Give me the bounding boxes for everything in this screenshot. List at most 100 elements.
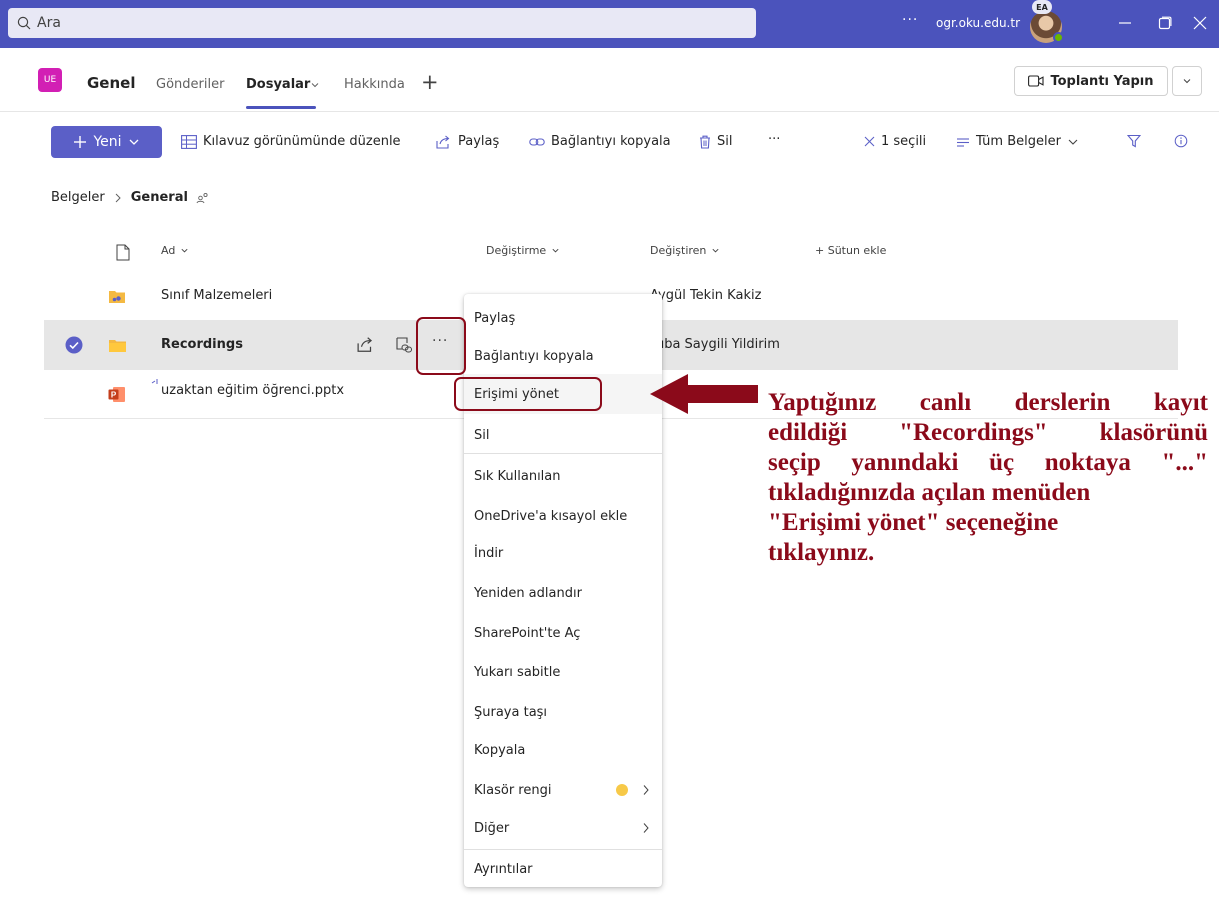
- more-options-button[interactable]: ···: [902, 12, 918, 28]
- highlight-more-button: [416, 317, 466, 375]
- minimize-icon: [1119, 22, 1131, 24]
- svg-text:P: P: [111, 391, 117, 400]
- info-button[interactable]: [1174, 134, 1188, 148]
- menu-separator: [464, 453, 662, 454]
- plus-icon: [74, 136, 87, 148]
- menu-item-delete[interactable]: Sil: [464, 415, 662, 455]
- add-tab-button[interactable]: +: [421, 70, 439, 94]
- grid-view-icon: [181, 134, 197, 149]
- column-modified-header[interactable]: Değiştirme: [486, 244, 560, 257]
- shared-folder-icon: [109, 291, 125, 303]
- channel-name: Genel: [87, 74, 136, 92]
- menu-item-rename[interactable]: Yeniden adlandır: [464, 573, 662, 613]
- checkmark-icon[interactable]: [65, 336, 83, 354]
- menu-item-more[interactable]: Diğer: [464, 808, 662, 848]
- meet-options-button[interactable]: [1172, 66, 1202, 96]
- menu-item-folder-color-label: Klasör rengi: [474, 782, 552, 798]
- search-icon: [17, 16, 31, 30]
- file-name[interactable]: uzaktan eğitim öğrenci.pptx: [161, 383, 344, 398]
- copy-link-label: Bağlantıyı kopyala: [551, 134, 671, 149]
- menu-item-more-label: Diğer: [474, 820, 510, 836]
- active-tab-indicator: [246, 106, 316, 109]
- copy-link-button[interactable]: Bağlantıyı kopyala: [529, 134, 671, 149]
- file-name[interactable]: Recordings: [161, 337, 243, 352]
- file-type-icon[interactable]: [116, 244, 130, 261]
- file-modified-by: Aygül Tekin Kakiz: [650, 288, 762, 303]
- column-modified-by-header[interactable]: Değiştiren: [650, 244, 720, 257]
- share-label: Paylaş: [458, 134, 500, 149]
- presence-available-icon: [1053, 32, 1064, 43]
- menu-item-add-onedrive-shortcut[interactable]: OneDrive'a kısayol ekle: [464, 496, 662, 536]
- delete-button[interactable]: Sil: [699, 134, 732, 149]
- channel-header: UE Genel Gönderiler Dosyalar Hakkında + …: [0, 48, 1219, 112]
- chevron-down-icon[interactable]: [310, 80, 320, 90]
- pointer-arrow-icon: [650, 374, 758, 414]
- chevron-right-icon: [643, 785, 649, 795]
- copy-link-icon[interactable]: [396, 335, 412, 353]
- org-label[interactable]: ogr.oku.edu.tr: [936, 16, 1020, 30]
- chevron-down-icon: [181, 248, 188, 253]
- menu-item-details[interactable]: Ayrıntılar: [464, 849, 662, 889]
- trash-icon: [700, 135, 710, 149]
- view-list-icon: [957, 137, 969, 147]
- annotation-line: seçip yanındaki üç noktaya "...": [768, 449, 1208, 476]
- new-button[interactable]: Yeni: [51, 126, 162, 158]
- team-avatar[interactable]: UE: [38, 68, 62, 92]
- clear-selection-button[interactable]: 1 seçili: [864, 134, 926, 149]
- delete-label: Sil: [717, 134, 733, 149]
- file-name[interactable]: Sınıf Malzemeleri: [161, 288, 272, 303]
- add-column-button[interactable]: + Sütun ekle: [815, 244, 886, 257]
- folder-color-swatch: [616, 784, 628, 796]
- annotation-line: Yaptığınız canlı derslerin kayıt: [768, 389, 1208, 416]
- share-icon[interactable]: [357, 336, 375, 353]
- menu-item-download[interactable]: İndir: [464, 533, 662, 573]
- share-button[interactable]: Paylaş: [436, 134, 499, 149]
- minimize-button[interactable]: [1112, 10, 1138, 36]
- new-label: Yeni: [93, 134, 122, 150]
- tab-about[interactable]: Hakkında: [344, 77, 405, 92]
- toolbar-more-button[interactable]: ···: [768, 132, 780, 147]
- column-name-header[interactable]: Ad: [161, 244, 189, 257]
- restore-icon: [1158, 16, 1172, 30]
- menu-item-copy-link[interactable]: Bağlantıyı kopyala: [464, 336, 662, 376]
- search-box[interactable]: Ara: [8, 8, 756, 38]
- menu-item-move-to[interactable]: Şuraya taşı: [464, 692, 662, 732]
- view-label: Tüm Belgeler: [976, 134, 1061, 149]
- column-modified-by-label: Değiştiren: [650, 244, 707, 257]
- annotation-line: edildiği "Recordings" klasörünü: [768, 419, 1208, 446]
- chevron-down-icon: [1183, 79, 1191, 84]
- selected-count: 1 seçili: [881, 134, 927, 149]
- chevron-down-icon: [129, 139, 138, 145]
- menu-item-share[interactable]: Paylaş: [464, 298, 662, 338]
- meet-label: Toplantı Yapın: [1050, 73, 1154, 89]
- breadcrumb: Belgeler General: [51, 190, 210, 205]
- column-modified-label: Değiştirme: [486, 244, 547, 257]
- meet-button[interactable]: Toplantı Yapın: [1014, 66, 1168, 96]
- tab-posts[interactable]: Gönderiler: [156, 77, 224, 92]
- grid-edit-button[interactable]: Kılavuz görünümünde düzenle: [181, 134, 401, 149]
- menu-item-pin-top[interactable]: Yukarı sabitle: [464, 652, 662, 692]
- highlight-manage-access: [454, 377, 602, 411]
- breadcrumb-root[interactable]: Belgeler: [51, 190, 105, 205]
- menu-item-copy[interactable]: Kopyala: [464, 730, 662, 770]
- grid-edit-label: Kılavuz görünümünde düzenle: [203, 134, 401, 149]
- search-placeholder: Ara: [37, 15, 61, 31]
- link-icon: [529, 137, 545, 146]
- info-icon: [1174, 134, 1188, 148]
- view-selector[interactable]: Tüm Belgeler: [956, 134, 1079, 149]
- menu-item-favorite[interactable]: Sık Kullanılan: [464, 456, 662, 496]
- menu-item-folder-color[interactable]: Klasör rengi: [464, 770, 662, 810]
- title-bar: Ara ··· ogr.oku.edu.tr EA: [0, 0, 1219, 48]
- avatar-initials-badge: EA: [1032, 0, 1052, 14]
- close-button[interactable]: [1187, 10, 1213, 36]
- shared-people-icon: [196, 192, 208, 203]
- tab-files[interactable]: Dosyalar: [246, 77, 310, 92]
- filter-button[interactable]: [1127, 134, 1141, 148]
- powerpoint-file-icon: P: [108, 387, 125, 402]
- column-name-label: Ad: [161, 244, 176, 257]
- close-icon: [864, 136, 875, 147]
- chevron-down-icon: [552, 248, 559, 253]
- maximize-button[interactable]: [1152, 10, 1178, 36]
- menu-item-open-sharepoint[interactable]: SharePoint'te Aç: [464, 613, 662, 653]
- chevron-right-icon: [643, 823, 649, 833]
